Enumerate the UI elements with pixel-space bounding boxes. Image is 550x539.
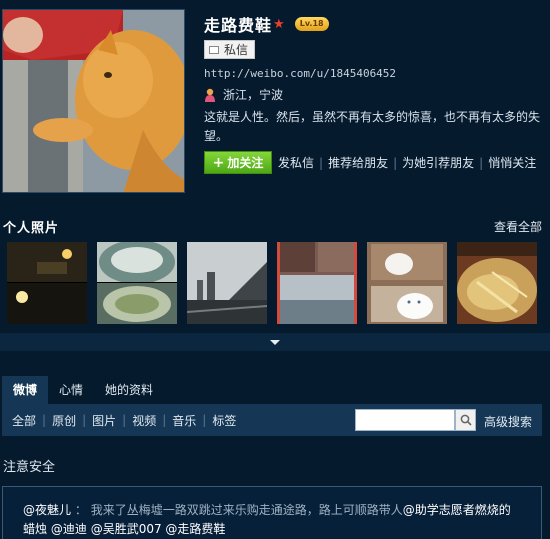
plus-icon: +	[212, 154, 225, 171]
post-author-link[interactable]: @夜魅儿	[23, 503, 71, 517]
feed-search-input[interactable]	[355, 409, 455, 431]
follow-button[interactable]: + 加关注	[204, 151, 272, 174]
send-message-link[interactable]: 发私信	[278, 154, 314, 171]
photos-section-title: 个人照片	[3, 221, 60, 236]
feed-post-title: 注意安全	[3, 460, 56, 475]
divider: |	[162, 413, 167, 427]
profile-url[interactable]: http://weibo.com/u/1845406452	[204, 67, 544, 80]
filter-tags[interactable]: 标签	[212, 412, 236, 429]
name-row: 走路费鞋 ★ Lv.18	[204, 12, 544, 36]
photo-thumbnail-lake-view[interactable]	[277, 242, 357, 324]
envelope-icon	[209, 45, 219, 54]
filter-music[interactable]: 音乐	[172, 412, 196, 429]
feed-filter-bar: 全部 | 原创 | 图片 | 视频 | 音乐 | 标签 高级搜索	[2, 404, 542, 436]
filter-video[interactable]: 视频	[132, 412, 156, 429]
tab-mood[interactable]: 心情	[48, 376, 94, 404]
filter-images[interactable]: 图片	[92, 412, 116, 429]
feed-post: @夜魅儿 ： 我来了丛梅墟一路双跳过来乐购走通途路，路上可顺路带人@助学志愿者燃…	[2, 486, 542, 539]
profile-avatar[interactable]	[2, 9, 185, 193]
search-button[interactable]	[455, 409, 476, 431]
mention-link[interactable]: @吴胜武007	[91, 522, 162, 536]
expand-photos-toggle[interactable]	[0, 333, 550, 351]
divider: |	[393, 155, 398, 170]
divider: |	[82, 413, 87, 427]
profile-bio: 这就是人性。然后，虽然不再有太多的惊喜，也不再有太多的失望。	[204, 110, 541, 143]
private-message-button[interactable]: 私信	[204, 40, 256, 59]
chevron-down-icon	[270, 339, 280, 345]
filter-all[interactable]: 全部	[12, 412, 36, 429]
profile-tabs: 微博 心情 她的资料	[2, 376, 164, 404]
level-badge: Lv.18	[294, 17, 329, 31]
post-separator: ：	[74, 503, 87, 517]
mention-link[interactable]: @走路费鞋	[165, 522, 225, 536]
advanced-search-link[interactable]: 高级搜索	[484, 413, 532, 430]
search-icon	[460, 414, 472, 426]
photo-thumbnail-dish-closeup[interactable]	[457, 242, 537, 324]
photo-thumbnail-night-street[interactable]	[7, 242, 87, 324]
quiet-follow-link[interactable]: 悄悄关注	[488, 154, 536, 171]
profile-name[interactable]: 走路费鞋	[204, 12, 272, 36]
tab-weibo[interactable]: 微博	[2, 376, 49, 404]
private-message-label: 私信	[224, 43, 249, 57]
photo-thumbnail-city-skyline[interactable]	[187, 242, 267, 324]
divider: |	[479, 155, 484, 170]
female-user-icon	[205, 88, 215, 102]
recommend-to-her-link[interactable]: 为她引荐朋友	[402, 154, 474, 171]
divider: |	[42, 413, 47, 427]
divider: |	[319, 155, 324, 170]
see-all-photos-link[interactable]: 查看全部	[494, 218, 542, 235]
divider: |	[122, 413, 127, 427]
tab-her-profile[interactable]: 她的资料	[94, 376, 164, 404]
location-row: 浙江，宁波	[204, 86, 544, 103]
mention-link[interactable]: @迪迪	[51, 522, 87, 536]
filter-original[interactable]: 原创	[52, 412, 76, 429]
follow-label: 加关注	[227, 156, 264, 170]
profile-actions: + 加关注 发私信 | 推荐给朋友 | 为她引荐朋友 | 悄悄关注	[204, 151, 544, 174]
divider: |	[202, 413, 207, 427]
verified-star-icon: ★	[273, 16, 285, 32]
photo-thumbnail-white-cats[interactable]	[367, 242, 447, 324]
recommend-link[interactable]: 推荐给朋友	[328, 154, 388, 171]
post-text: 我来了丛梅墟一路双跳过来乐购走通途路，路上可顺路带人	[90, 503, 403, 517]
location-text: 浙江，宁波	[223, 88, 284, 102]
profile-info: 走路费鞋 ★ Lv.18 私信 http://weibo.com/u/18454…	[204, 12, 544, 174]
photo-thumbnail-plate-food[interactable]	[97, 242, 177, 324]
